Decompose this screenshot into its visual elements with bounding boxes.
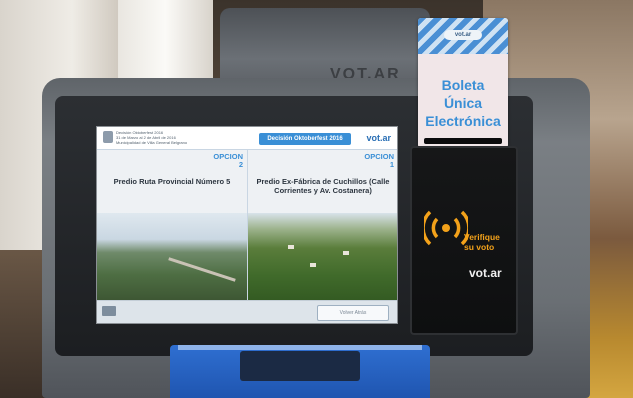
option-card-2[interactable]: OPCION 2 Predio Ruta Provincial Número 5 bbox=[97, 149, 247, 301]
screen-brand: vot.ar bbox=[366, 133, 391, 143]
nfc-waves-icon bbox=[424, 210, 468, 246]
header-line-3: Municipalidad de Villa General Belgrano bbox=[116, 140, 188, 145]
photo-building bbox=[288, 245, 294, 249]
card-title-line: Electrónica bbox=[425, 113, 501, 129]
option-number: 1 bbox=[389, 160, 394, 169]
ballot-tray bbox=[170, 345, 430, 398]
option-label: OPCION 1 bbox=[364, 153, 394, 169]
photo-building bbox=[310, 263, 316, 267]
screen-footer: Volver Atrás bbox=[97, 300, 397, 323]
photo-road bbox=[168, 257, 236, 282]
option-photo-mountain-valley bbox=[97, 213, 247, 301]
card-brand: vot.ar bbox=[444, 30, 482, 40]
tray-lip bbox=[178, 345, 422, 350]
card-title-line: Única bbox=[443, 95, 483, 111]
voting-machine-photo: VOT.AR Decisión Oktoberfest 2016 31 de M… bbox=[0, 0, 633, 398]
card-title-line: Boleta bbox=[441, 77, 485, 93]
verify-prompt: Verifique su voto bbox=[464, 232, 500, 252]
card-title: Boleta Única Electrónica bbox=[418, 76, 508, 130]
option-number: 2 bbox=[238, 160, 243, 169]
verify-line: su voto bbox=[464, 242, 495, 252]
tray-opening bbox=[240, 351, 360, 381]
option-title: Predio Ruta Provincial Número 5 bbox=[113, 177, 231, 186]
photo-building bbox=[343, 251, 349, 255]
election-title: Decisión Oktoberfest 2016 bbox=[259, 133, 351, 145]
back-button[interactable]: Volver Atrás bbox=[317, 305, 389, 321]
panel-brand: vot.ar bbox=[469, 266, 502, 280]
option-label: OPCION 2 bbox=[213, 153, 243, 169]
option-title: Predio Ex-Fábrica de Cuchillos (Calle Co… bbox=[256, 177, 390, 195]
option-photo-forest-aerial bbox=[248, 213, 397, 301]
footer-logo-icon bbox=[102, 306, 116, 316]
card-slot[interactable] bbox=[424, 138, 502, 144]
crest-icon bbox=[103, 131, 113, 143]
screen-header: Decisión Oktoberfest 2016 31 de Marzo al… bbox=[97, 127, 397, 150]
touchscreen: Decisión Oktoberfest 2016 31 de Marzo al… bbox=[96, 126, 398, 324]
option-card-1[interactable]: OPCION 1 Predio Ex-Fábrica de Cuchillos … bbox=[247, 149, 397, 301]
card-reader-panel[interactable]: Verifique su voto vot.ar bbox=[410, 146, 518, 335]
verify-line: Verifique bbox=[464, 232, 500, 242]
ballot-card[interactable]: vot.ar Boleta Única Electrónica bbox=[418, 18, 508, 148]
